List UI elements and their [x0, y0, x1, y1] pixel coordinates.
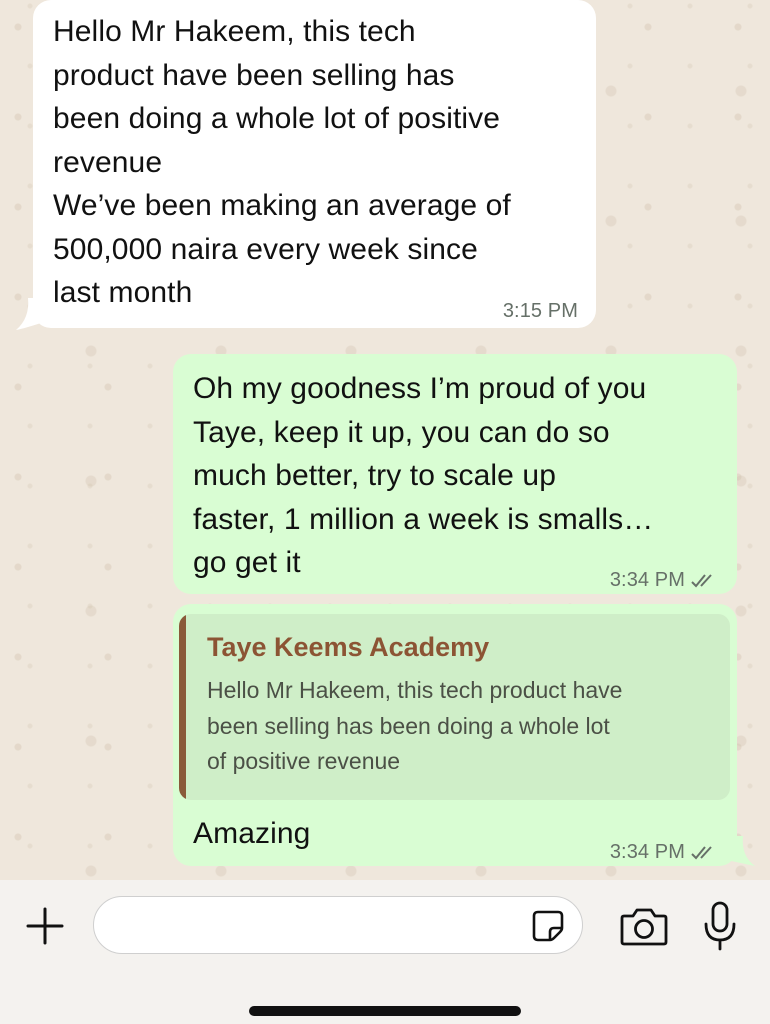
camera-icon: [620, 908, 668, 946]
message-text: Amazing: [193, 817, 311, 850]
message-timestamp: 3:34 PM: [610, 831, 717, 875]
camera-button[interactable]: [618, 902, 670, 950]
quoted-message[interactable]: Taye Keems Academy Hello Mr Hakeem, this…: [179, 614, 730, 800]
quote-accent-bar: [179, 614, 186, 800]
double-check-icon: [691, 846, 712, 860]
incoming-message-bubble[interactable]: Hello Mr Hakeem, this tech product have …: [33, 0, 596, 328]
double-check-icon: [691, 574, 712, 588]
message-timestamp: 3:15 PM: [502, 300, 578, 322]
sticker-icon: [532, 910, 564, 942]
sticker-button[interactable]: [528, 906, 568, 946]
outgoing-bubble-tail: [727, 836, 755, 866]
message-timestamp: 3:34 PM: [610, 559, 717, 603]
plus-icon: [26, 907, 64, 945]
message-text: Oh my goodness I’m proud of you Taye, ke…: [193, 372, 654, 579]
microphone-icon: [704, 901, 736, 951]
home-indicator[interactable]: [249, 1006, 521, 1016]
message-input[interactable]: [114, 897, 518, 955]
voice-message-button[interactable]: [697, 898, 743, 954]
chat-area[interactable]: Hello Mr Hakeem, this tech product have …: [0, 0, 770, 880]
quoted-text: Hello Mr Hakeem, this tech product have …: [207, 677, 623, 774]
outgoing-message-bubble[interactable]: Oh my goodness I’m proud of you Taye, ke…: [173, 354, 737, 594]
message-input-field[interactable]: [93, 896, 583, 955]
message-text: Hello Mr Hakeem, this tech product have …: [53, 15, 511, 309]
attach-button[interactable]: [22, 903, 68, 949]
quoted-author: Taye Keems Academy: [207, 632, 490, 662]
